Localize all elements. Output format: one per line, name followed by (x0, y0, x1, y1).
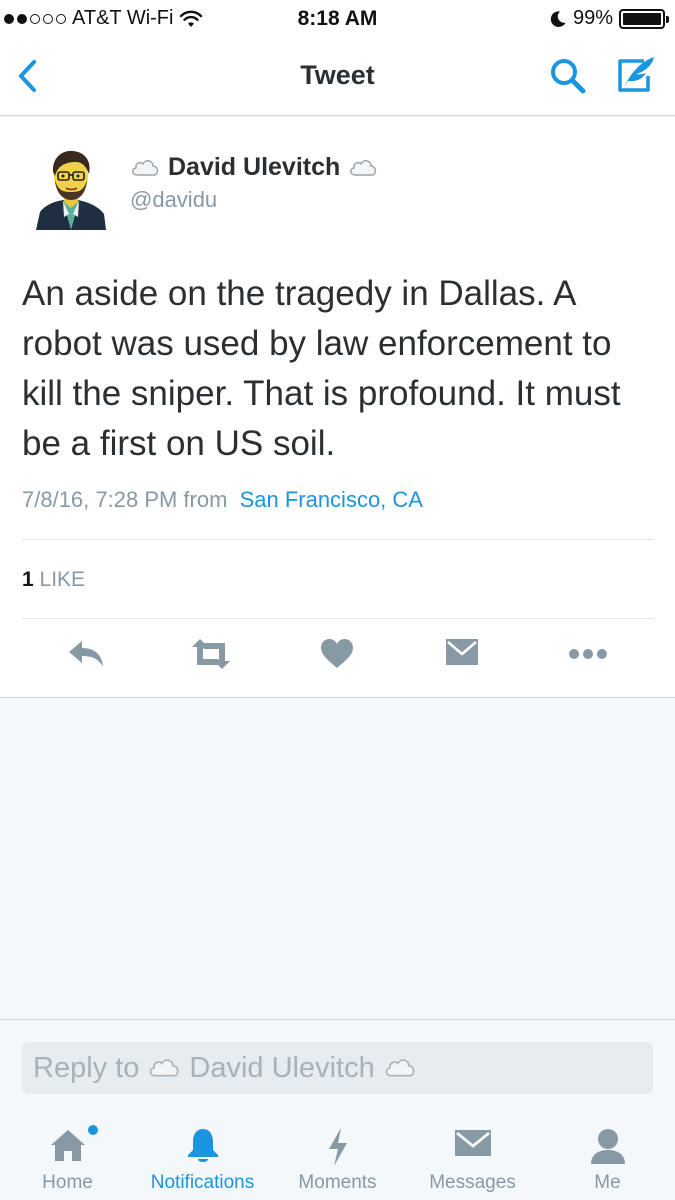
direct-message-icon (446, 639, 478, 665)
battery-percent: 99% (572, 7, 613, 29)
lightning-icon (328, 1128, 347, 1166)
reply-button[interactable] (66, 638, 106, 670)
likes-label: LIKE (39, 568, 86, 591)
author-name: David Ulevitch (168, 153, 341, 181)
battery-icon (619, 8, 669, 29)
status-right-group: 99% (549, 7, 669, 30)
tab-label: Moments (298, 1172, 377, 1193)
direct-message-button[interactable] (445, 638, 479, 666)
person-icon (590, 1129, 625, 1164)
battery-fill (623, 12, 661, 25)
tab-label: Home (42, 1172, 93, 1193)
divider (22, 618, 653, 619)
moon-icon (550, 10, 566, 27)
compose-icon (618, 57, 654, 92)
home-icon (50, 1130, 85, 1161)
likes-count-row[interactable]: 1 LIKE (22, 568, 85, 592)
tab-label: Me (594, 1172, 621, 1193)
reply-bar: Reply to David Ulevitch (0, 1019, 675, 1107)
cloud-icon (150, 1059, 179, 1077)
cloud-icon (132, 159, 159, 176)
unread-dot (88, 1125, 98, 1135)
retweet-button[interactable] (188, 638, 234, 670)
tab-label: Messages (429, 1172, 516, 1193)
tab-label: Notifications (150, 1172, 255, 1193)
author-name-row[interactable]: David Ulevitch (130, 153, 378, 182)
tweet-location-link[interactable]: San Francisco, CA (240, 487, 423, 512)
like-button[interactable] (320, 638, 354, 670)
envelope-icon (454, 1130, 491, 1156)
tab-bar: Home Notifications Moments Messages Me (0, 1107, 675, 1200)
likes-count: 1 (22, 568, 34, 591)
compose-button[interactable] (614, 54, 658, 96)
status-bar: AT&T Wi-Fi 8:18 AM 99% (0, 0, 675, 38)
divider (22, 539, 653, 540)
author-handle[interactable]: @davidu (130, 187, 217, 213)
more-button[interactable] (568, 638, 608, 670)
tab-messages[interactable]: Messages (405, 1107, 540, 1200)
bell-icon (187, 1129, 218, 1162)
avatar[interactable] (36, 150, 106, 230)
tweet-card: David Ulevitch @davidu An aside on the t… (0, 117, 675, 698)
tweet-text: An aside on the tragedy in Dallas. A rob… (22, 274, 621, 463)
tab-me[interactable]: Me (540, 1107, 675, 1200)
tweet-timestamp: 7/8/16, 7:28 PM from (22, 487, 228, 512)
tab-moments[interactable]: Moments (270, 1107, 405, 1200)
more-icon (569, 649, 607, 659)
like-icon (321, 639, 353, 668)
search-icon (551, 59, 586, 94)
cloud-icon (385, 1059, 415, 1077)
avatar-illustration (36, 150, 106, 230)
tweet-actions (0, 620, 675, 690)
reply-placeholder-name: David Ulevitch (189, 1051, 375, 1084)
reply-input[interactable]: Reply to David Ulevitch (22, 1042, 653, 1094)
cloud-icon (350, 159, 377, 176)
reply-placeholder-prefix: Reply to (33, 1051, 140, 1084)
tab-notifications[interactable]: Notifications (135, 1107, 270, 1200)
tab-home[interactable]: Home (0, 1107, 135, 1200)
search-button[interactable] (548, 56, 588, 96)
retweet-icon (192, 639, 230, 669)
nav-bar: Tweet (0, 38, 675, 116)
reply-icon (69, 641, 103, 667)
tweet-metadata: 7/8/16, 7:28 PM from San Francisco, CA (22, 487, 423, 513)
